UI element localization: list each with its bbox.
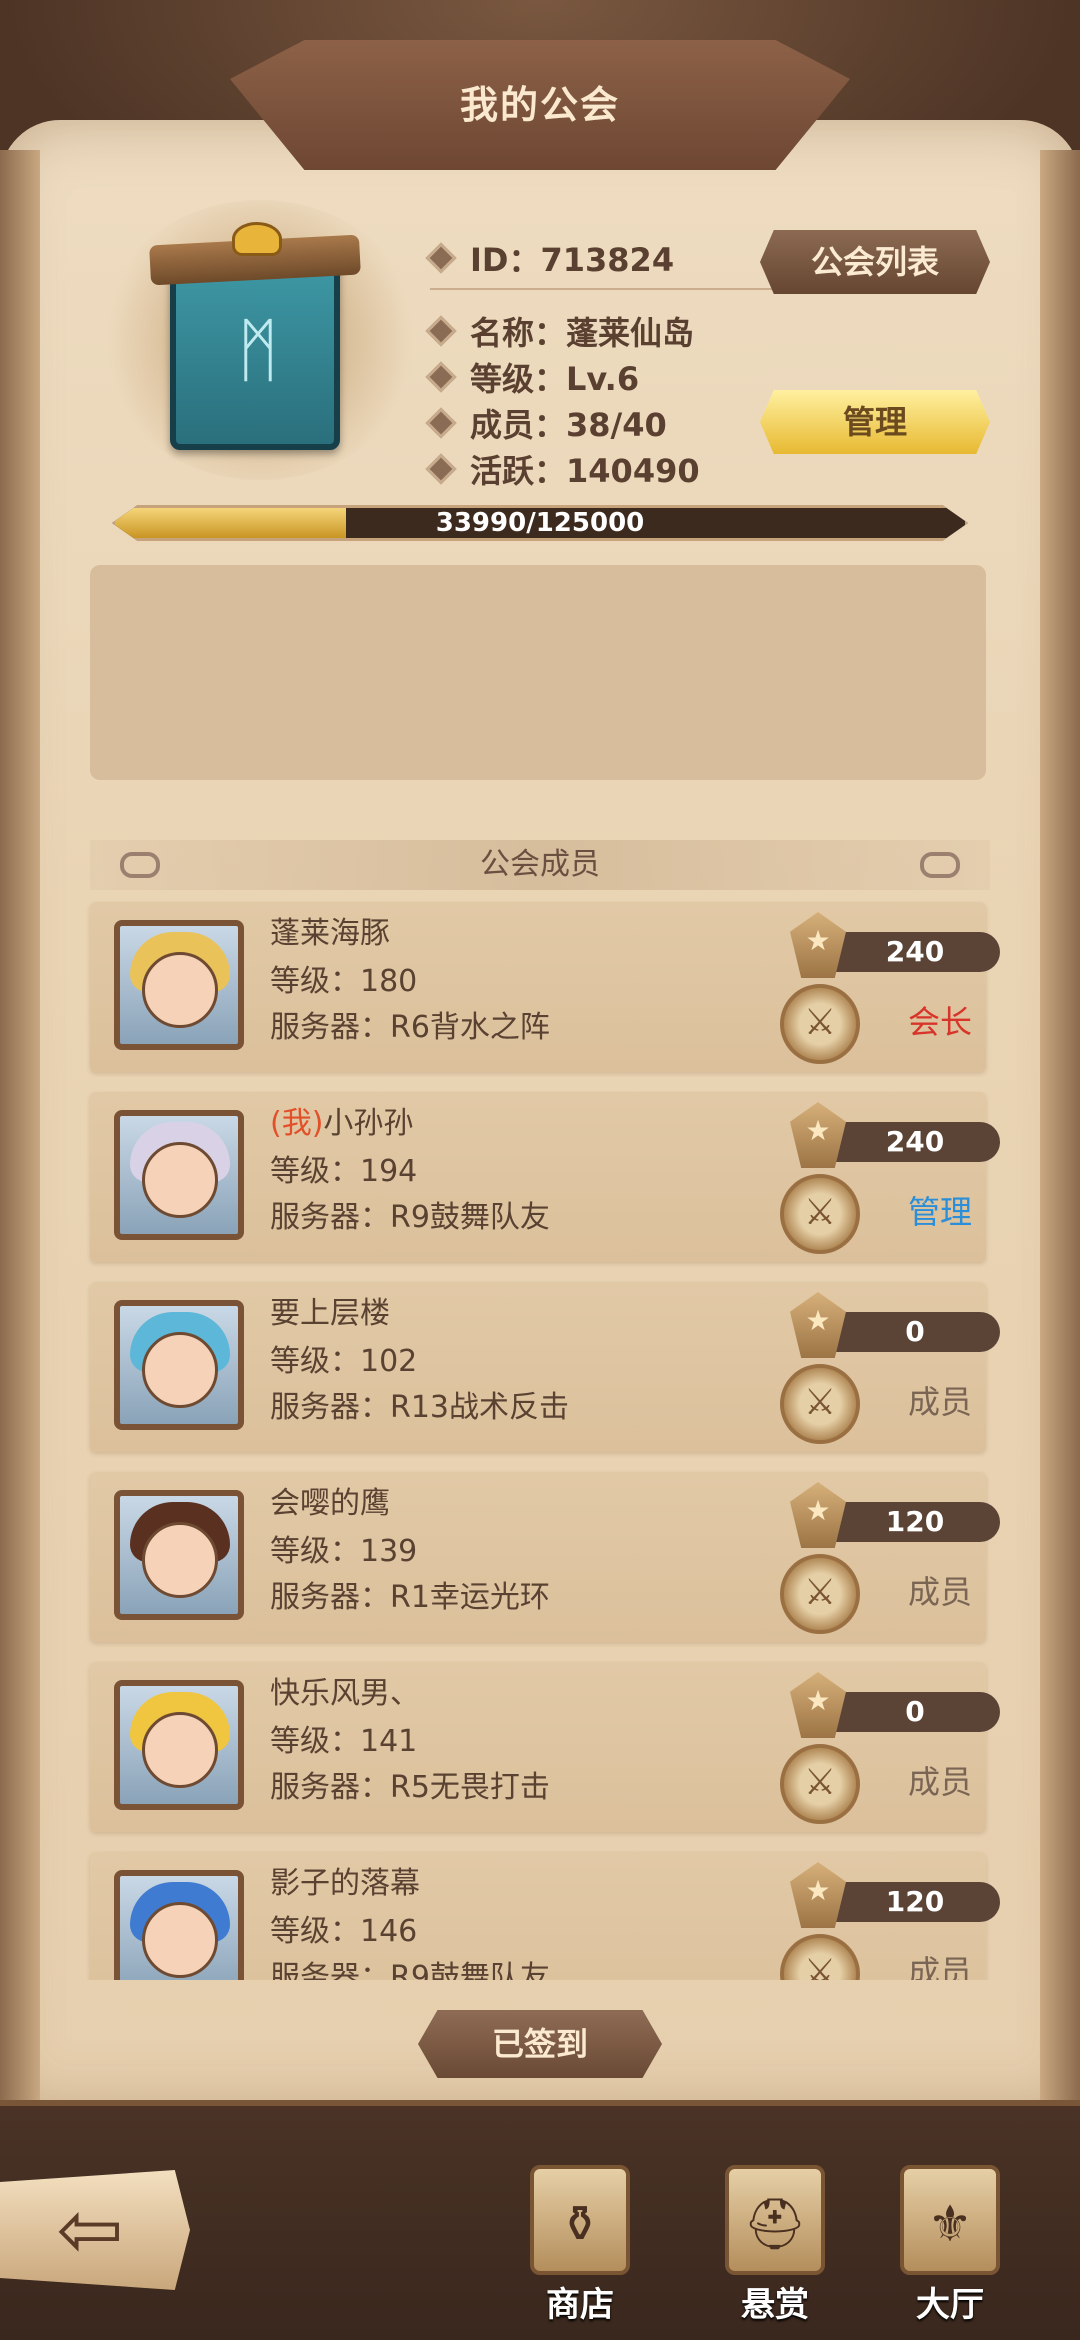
hall-banner-icon: ⚜ xyxy=(900,2165,1000,2275)
member-card[interactable]: (我)小孙孙 等级：194 服务器：R9鼓舞队友 240 管理 xyxy=(90,1092,1000,1262)
knot-ornament-icon xyxy=(120,852,160,878)
avatar-face xyxy=(142,1712,218,1788)
member-avatar[interactable] xyxy=(114,1490,244,1620)
guild-activity-value: 140490 xyxy=(566,452,700,490)
crossed-swords-icon xyxy=(780,1364,860,1444)
member-level: 等级：194 xyxy=(270,1154,418,1189)
member-level: 等级：141 xyxy=(270,1724,418,1759)
member-card[interactable]: 影子的落幕 等级：146 服务器：R9鼓舞队友 120 成员 xyxy=(90,1852,1000,1980)
member-server: 服务器：R13战术反击 xyxy=(270,1390,570,1425)
members-section-header: 公会成员 xyxy=(90,840,990,890)
knot-ornament-icon xyxy=(920,852,960,878)
member-server: 服务器：R1幸运光环 xyxy=(270,1580,550,1615)
guild-members-row: 成员：38/40 xyxy=(425,400,667,450)
member-server: 服务器：R5无畏打击 xyxy=(270,1770,550,1805)
member-avatar[interactable] xyxy=(114,1300,244,1430)
guild-level-value: Lv.6 xyxy=(566,360,640,398)
emblem-mushroom-icon xyxy=(232,222,282,256)
avatar-face xyxy=(142,1522,218,1598)
member-level: 等级：146 xyxy=(270,1914,418,1949)
diamond-bullet-icon xyxy=(425,361,457,393)
member-card[interactable]: 要上层楼 等级：102 服务器：R13战术反击 0 成员 xyxy=(90,1282,1000,1452)
avatar-face xyxy=(142,952,218,1028)
diamond-bullet-icon xyxy=(425,453,457,485)
member-role: 成员 xyxy=(907,1953,972,1980)
member-score: 120 xyxy=(830,1882,1000,1922)
crossed-swords-icon xyxy=(780,1554,860,1634)
member-level: 等级：180 xyxy=(270,964,418,999)
member-score: 0 xyxy=(830,1312,1000,1352)
crossed-swords-icon xyxy=(780,1174,860,1254)
member-card[interactable]: 蓬莱海豚 等级：180 服务器：R6背水之阵 240 会长 xyxy=(90,902,1000,1072)
member-avatar[interactable] xyxy=(114,1110,244,1240)
manage-button[interactable]: 管理 xyxy=(760,390,990,454)
nav-hall-label: 大厅 xyxy=(916,2285,984,2325)
bounty-helmet-icon: ⛑ xyxy=(725,2165,825,2275)
guild-exp-progress: 33990/125000 xyxy=(112,505,968,541)
member-server: 服务器：R9鼓舞队友 xyxy=(270,1200,550,1235)
guild-id-row: ID：713824 xyxy=(425,235,675,285)
guild-exp-text: 33990/125000 xyxy=(435,508,645,538)
crossed-swords-icon xyxy=(780,984,860,1064)
member-score: 240 xyxy=(830,932,1000,972)
avatar-face xyxy=(142,1902,218,1978)
member-score: 240 xyxy=(830,1122,1000,1162)
guild-name-value: 蓬莱仙岛 xyxy=(566,314,695,352)
member-server: 服务器：R9鼓舞队友 xyxy=(270,1960,550,1980)
member-level: 等级：139 xyxy=(270,1534,418,1569)
diamond-bullet-icon xyxy=(425,242,457,274)
member-name: 蓬莱海豚 xyxy=(270,916,390,951)
diamond-bullet-icon xyxy=(425,315,457,347)
member-name: (我)小孙孙 xyxy=(270,1106,414,1141)
guild-name-row: 名称：蓬莱仙岛 xyxy=(425,308,695,358)
guild-members-value: 38/40 xyxy=(566,406,667,444)
member-list[interactable]: 蓬莱海豚 等级：180 服务器：R6背水之阵 240 会长 (我)小孙孙 等级：… xyxy=(0,900,1080,1980)
crossed-swords-icon xyxy=(780,1744,860,1824)
member-score: 120 xyxy=(830,1502,1000,1542)
member-level: 等级：102 xyxy=(270,1344,418,1379)
member-avatar[interactable] xyxy=(114,920,244,1050)
nav-bounty-label: 悬赏 xyxy=(741,2285,809,2325)
member-role: 成员 xyxy=(907,1763,972,1801)
nav-shop-label: 商店 xyxy=(546,2285,614,2325)
guild-notice-box[interactable] xyxy=(90,565,986,780)
nav-shop[interactable]: ⚱ 商店 xyxy=(505,2165,655,2340)
member-role: 会长 xyxy=(907,1003,972,1041)
member-name: 快乐风男、 xyxy=(270,1676,420,1711)
member-role: 管理 xyxy=(907,1193,972,1231)
checked-in-button[interactable]: 已签到 xyxy=(418,2010,662,2078)
nav-hall[interactable]: ⚜ 大厅 xyxy=(875,2165,1025,2340)
member-card[interactable]: 会嘤的鹰 等级：139 服务器：R1幸运光环 120 成员 xyxy=(90,1472,1000,1642)
avatar-face xyxy=(142,1142,218,1218)
member-avatar[interactable] xyxy=(114,1870,244,1980)
shop-icon: ⚱ xyxy=(530,2165,630,2275)
guild-activity-row: 活跃：140490 xyxy=(425,446,700,496)
member-name: 会嘤的鹰 xyxy=(270,1486,390,1521)
diamond-bullet-icon xyxy=(425,407,457,439)
guild-level-row: 等级：Lv.6 xyxy=(425,354,640,404)
member-name: 要上层楼 xyxy=(270,1296,390,1331)
avatar-face xyxy=(142,1332,218,1408)
member-card[interactable]: 快乐风男、 等级：141 服务器：R5无畏打击 0 成员 xyxy=(90,1662,1000,1832)
page-title: 我的公会 xyxy=(459,83,620,127)
crossed-swords-icon xyxy=(780,1934,860,1980)
emblem-glyph-icon: ᛗ xyxy=(237,309,279,391)
back-arrow-icon[interactable]: ⇦ xyxy=(10,2180,170,2280)
member-role: 成员 xyxy=(907,1573,972,1611)
nav-bounty[interactable]: ⛑ 悬赏 xyxy=(700,2165,850,2340)
member-avatar[interactable] xyxy=(114,1680,244,1810)
guild-id-value: 713824 xyxy=(540,241,675,279)
member-score: 0 xyxy=(830,1692,1000,1732)
member-server: 服务器：R6背水之阵 xyxy=(270,1010,550,1045)
members-section-title: 公会成员 xyxy=(480,847,600,882)
guild-list-button[interactable]: 公会列表 xyxy=(760,230,990,294)
member-self-tag: (我) xyxy=(270,1106,324,1141)
member-role: 成员 xyxy=(907,1383,972,1421)
member-name: 影子的落幕 xyxy=(270,1866,420,1901)
